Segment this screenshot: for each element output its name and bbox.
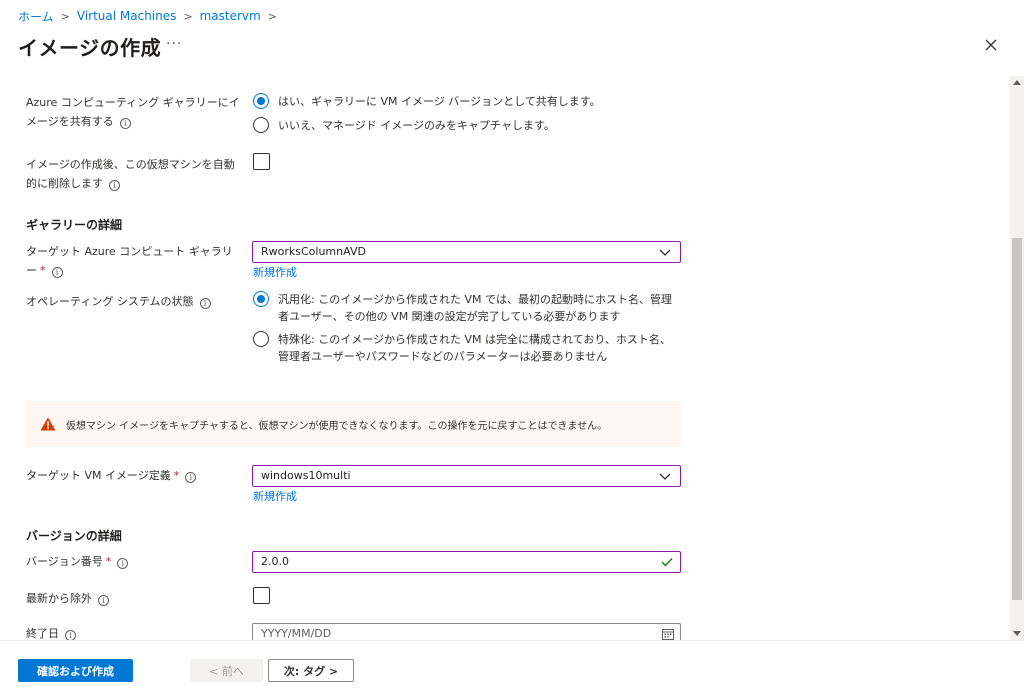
- new-definition-link[interactable]: 新規作成: [253, 488, 297, 504]
- close-button[interactable]: [980, 34, 1002, 56]
- previous-button: < 前へ: [190, 659, 263, 682]
- more-options-button[interactable]: ···: [166, 36, 182, 52]
- breadcrumb-separator: >: [183, 9, 193, 23]
- checkmark-icon: [661, 558, 673, 567]
- info-icon[interactable]: i: [117, 558, 129, 569]
- info-icon[interactable]: i: [119, 118, 131, 129]
- info-icon[interactable]: i: [199, 298, 211, 309]
- info-icon[interactable]: i: [65, 630, 76, 640]
- version-number-label: バージョン番号 * i: [26, 552, 241, 571]
- share-gallery-yes-radio[interactable]: はい、ギャラリーに VM イメージ バージョンとして共有します。: [253, 93, 601, 110]
- calendar-icon[interactable]: [662, 628, 674, 640]
- version-section-heading: バージョンの詳細: [26, 529, 122, 543]
- review-create-button[interactable]: 確認および作成: [18, 659, 133, 682]
- end-date-label: 終了日 i: [26, 624, 241, 640]
- form-content: Azure コンピューティング ギャラリーにイメージを共有する i はい、ギャラリ…: [0, 76, 1024, 640]
- breadcrumb-home[interactable]: ホーム: [18, 8, 54, 25]
- close-icon: [985, 39, 997, 51]
- version-number-value: 2.0.0: [261, 555, 289, 568]
- target-gallery-label: ターゲット Azure コンピュート ギャラリー * i: [26, 245, 233, 278]
- gallery-section-heading: ギャラリーの詳細: [26, 218, 123, 232]
- os-state-generalized-radio[interactable]: 汎用化: このイメージから作成された VM では、最初の起動時にホスト名、管理者…: [253, 291, 673, 325]
- chevron-down-icon: [659, 473, 671, 480]
- share-gallery-label: Azure コンピューティング ギャラリーにイメージを共有する i: [26, 96, 240, 129]
- radio-checked-icon[interactable]: [253, 291, 269, 307]
- version-number-input[interactable]: 2.0.0: [252, 551, 681, 573]
- page-title: イメージの作成: [18, 36, 162, 60]
- target-definition-dropdown[interactable]: windows10multi: [252, 465, 681, 487]
- warning-banner: 仮想マシン イメージをキャプチャすると、仮想マシンが使用できなくなります。この操…: [26, 401, 681, 447]
- breadcrumb-mastervm[interactable]: mastervm: [200, 9, 261, 23]
- end-date-placeholder: YYYY/MM/DD: [261, 627, 332, 640]
- auto-delete-checkbox[interactable]: [253, 153, 270, 170]
- auto-delete-label: イメージの作成後、この仮想マシンを自動的に削除します i: [26, 158, 235, 191]
- required-marker: *: [173, 469, 180, 482]
- new-gallery-link[interactable]: 新規作成: [253, 264, 297, 280]
- exclude-latest-label: 最新から除外 i: [26, 589, 241, 608]
- scrollbar-thumb[interactable]: [1012, 238, 1022, 600]
- os-state-label: オペレーティング システムの状態 i: [26, 292, 241, 311]
- share-gallery-no-radio[interactable]: いいえ、マネージド イメージのみをキャプチャします。: [253, 117, 555, 134]
- scroll-up-icon[interactable]: [1013, 80, 1021, 85]
- target-gallery-value: RworksColumnAVD: [261, 245, 366, 258]
- info-icon[interactable]: i: [98, 595, 109, 606]
- end-date-input[interactable]: YYYY/MM/DD: [252, 623, 681, 640]
- warning-icon: [40, 417, 56, 431]
- target-definition-label: ターゲット VM イメージ定義 * i: [26, 466, 241, 485]
- required-marker: *: [40, 264, 46, 277]
- target-gallery-dropdown[interactable]: RworksColumnAVD: [252, 241, 681, 263]
- next-tags-button[interactable]: 次: タグ >: [268, 659, 354, 682]
- required-marker: *: [105, 555, 112, 568]
- info-icon[interactable]: i: [109, 180, 120, 191]
- os-state-specialized-radio[interactable]: 特殊化: このイメージから作成された VM は完全に構成されており、ホスト名、管…: [253, 331, 673, 365]
- footer-bar: 確認および作成 < 前へ 次: タグ >: [0, 640, 1024, 698]
- info-icon[interactable]: i: [51, 267, 63, 278]
- chevron-down-icon: [659, 249, 671, 256]
- scroll-down-icon[interactable]: [1013, 631, 1021, 636]
- info-icon[interactable]: i: [185, 472, 197, 483]
- exclude-latest-checkbox[interactable]: [253, 587, 270, 604]
- breadcrumb-separator: >: [60, 9, 70, 23]
- breadcrumb-separator: >: [267, 9, 277, 23]
- radio-checked-icon[interactable]: [253, 93, 269, 109]
- radio-unchecked-icon[interactable]: [253, 117, 269, 133]
- vertical-scrollbar[interactable]: [1010, 76, 1024, 640]
- radio-unchecked-icon[interactable]: [253, 331, 269, 347]
- warning-text: 仮想マシン イメージをキャプチャすると、仮想マシンが使用できなくなります。この操…: [66, 420, 608, 432]
- breadcrumb: ホーム > Virtual Machines > mastervm >: [18, 8, 284, 24]
- target-definition-value: windows10multi: [261, 469, 351, 482]
- breadcrumb-virtual-machines[interactable]: Virtual Machines: [77, 9, 177, 23]
